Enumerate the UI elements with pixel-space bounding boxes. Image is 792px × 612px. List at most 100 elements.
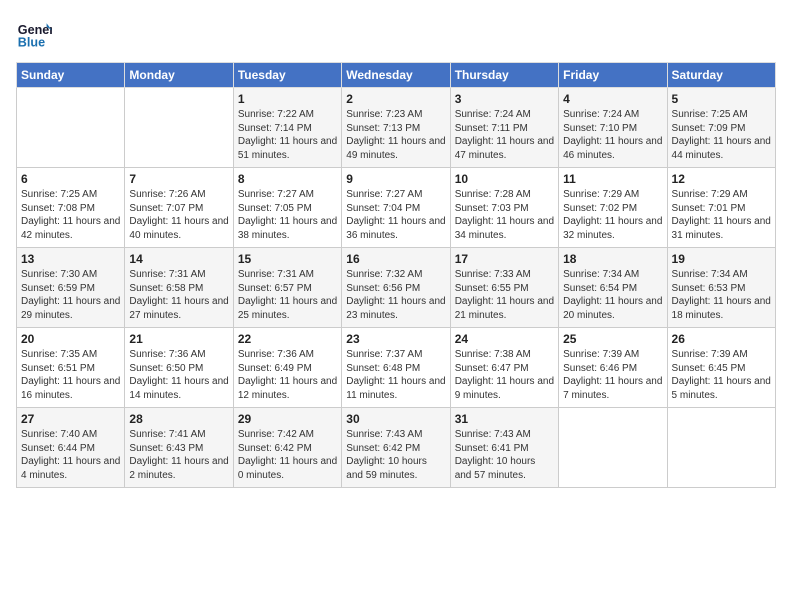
col-header-friday: Friday	[559, 63, 667, 88]
day-cell: 22Sunrise: 7:36 AM Sunset: 6:49 PM Dayli…	[233, 328, 341, 408]
page-header: General Blue	[16, 16, 776, 52]
day-info: Sunrise: 7:38 AM Sunset: 6:47 PM Dayligh…	[455, 348, 554, 402]
day-info: Sunrise: 7:39 AM Sunset: 6:46 PM Dayligh…	[563, 348, 662, 402]
day-info: Sunrise: 7:36 AM Sunset: 6:50 PM Dayligh…	[129, 348, 228, 402]
day-number: 14	[129, 252, 228, 266]
day-cell: 5Sunrise: 7:25 AM Sunset: 7:09 PM Daylig…	[667, 88, 775, 168]
day-info: Sunrise: 7:24 AM Sunset: 7:11 PM Dayligh…	[455, 108, 554, 162]
day-cell: 16Sunrise: 7:32 AM Sunset: 6:56 PM Dayli…	[342, 248, 450, 328]
day-info: Sunrise: 7:43 AM Sunset: 6:42 PM Dayligh…	[346, 428, 445, 482]
day-cell	[559, 408, 667, 488]
day-number: 4	[563, 92, 662, 106]
day-number: 23	[346, 332, 445, 346]
day-cell: 26 Sunrise: 7:39 AM Sunset: 6:45 PM Dayli…	[667, 328, 775, 408]
day-cell: 10 Sunrise: 7:28 AM Sunset: 7:03 PM Dayli…	[450, 168, 558, 248]
calendar-header-row: SundayMondayTuesdayWednesdayThursdayFrid…	[17, 63, 776, 88]
day-cell	[17, 88, 125, 168]
day-info: Sunrise: 7:28 AM Sunset: 7:03 PM Dayligh…	[455, 188, 554, 242]
day-cell: 30Sunrise: 7:43 AM Sunset: 6:42 PM Dayli…	[342, 408, 450, 488]
day-cell: 2 Sunrise: 7:23 AM Sunset: 7:13 PM Daylig…	[342, 88, 450, 168]
calendar-body: 1Sunrise: 7:22 AM Sunset: 7:14 PM Daylig…	[17, 88, 776, 488]
day-cell: 18 Sunrise: 7:34 AM Sunset: 6:54 PM Dayli…	[559, 248, 667, 328]
week-row-5: 27 Sunrise: 7:40 AM Sunset: 6:44 PM Dayli…	[17, 408, 776, 488]
day-cell: 24 Sunrise: 7:38 AM Sunset: 6:47 PM Dayli…	[450, 328, 558, 408]
day-info: Sunrise: 7:27 AM Sunset: 7:04 PM Dayligh…	[346, 188, 445, 242]
day-number: 12	[672, 172, 771, 186]
day-info: Sunrise: 7:41 AM Sunset: 6:43 PM Dayligh…	[129, 428, 228, 482]
day-cell	[667, 408, 775, 488]
day-number: 27	[21, 412, 120, 426]
col-header-monday: Monday	[125, 63, 233, 88]
day-info: Sunrise: 7:24 AM Sunset: 7:10 PM Dayligh…	[563, 108, 662, 162]
week-row-2: 6 Sunrise: 7:25 AM Sunset: 7:08 PM Daylig…	[17, 168, 776, 248]
day-number: 7	[129, 172, 228, 186]
day-cell: 13 Sunrise: 7:30 AM Sunset: 6:59 PM Dayli…	[17, 248, 125, 328]
day-info: Sunrise: 7:35 AM Sunset: 6:51 PM Dayligh…	[21, 348, 120, 402]
day-cell: 23 Sunrise: 7:37 AM Sunset: 6:48 PM Dayli…	[342, 328, 450, 408]
week-row-4: 20Sunrise: 7:35 AM Sunset: 6:51 PM Dayli…	[17, 328, 776, 408]
day-number: 25	[563, 332, 662, 346]
day-number: 26	[672, 332, 771, 346]
week-row-1: 1Sunrise: 7:22 AM Sunset: 7:14 PM Daylig…	[17, 88, 776, 168]
day-info: Sunrise: 7:34 AM Sunset: 6:53 PM Dayligh…	[672, 268, 771, 322]
day-cell: 19 Sunrise: 7:34 AM Sunset: 6:53 PM Dayli…	[667, 248, 775, 328]
day-number: 18	[563, 252, 662, 266]
day-number: 10	[455, 172, 554, 186]
col-header-thursday: Thursday	[450, 63, 558, 88]
day-info: Sunrise: 7:33 AM Sunset: 6:55 PM Dayligh…	[455, 268, 554, 322]
day-number: 15	[238, 252, 337, 266]
day-cell: 31 Sunrise: 7:43 AM Sunset: 6:41 PM Dayli…	[450, 408, 558, 488]
day-info: Sunrise: 7:31 AM Sunset: 6:58 PM Dayligh…	[129, 268, 228, 322]
day-number: 28	[129, 412, 228, 426]
day-number: 19	[672, 252, 771, 266]
day-info: Sunrise: 7:32 AM Sunset: 6:56 PM Dayligh…	[346, 268, 445, 322]
logo: General Blue	[16, 16, 56, 52]
col-header-saturday: Saturday	[667, 63, 775, 88]
day-cell: 29 Sunrise: 7:42 AM Sunset: 6:42 PM Dayli…	[233, 408, 341, 488]
day-number: 31	[455, 412, 554, 426]
day-cell: 20Sunrise: 7:35 AM Sunset: 6:51 PM Dayli…	[17, 328, 125, 408]
day-number: 13	[21, 252, 120, 266]
day-info: Sunrise: 7:42 AM Sunset: 6:42 PM Dayligh…	[238, 428, 337, 482]
col-header-sunday: Sunday	[17, 63, 125, 88]
day-cell: 8Sunrise: 7:27 AM Sunset: 7:05 PM Daylig…	[233, 168, 341, 248]
day-info: Sunrise: 7:26 AM Sunset: 7:07 PM Dayligh…	[129, 188, 228, 242]
day-cell: 3 Sunrise: 7:24 AM Sunset: 7:11 PM Daylig…	[450, 88, 558, 168]
day-number: 22	[238, 332, 337, 346]
day-number: 5	[672, 92, 771, 106]
day-info: Sunrise: 7:30 AM Sunset: 6:59 PM Dayligh…	[21, 268, 120, 322]
day-info: Sunrise: 7:43 AM Sunset: 6:41 PM Dayligh…	[455, 428, 554, 482]
day-info: Sunrise: 7:31 AM Sunset: 6:57 PM Dayligh…	[238, 268, 337, 322]
week-row-3: 13 Sunrise: 7:30 AM Sunset: 6:59 PM Dayli…	[17, 248, 776, 328]
day-info: Sunrise: 7:23 AM Sunset: 7:13 PM Dayligh…	[346, 108, 445, 162]
day-number: 17	[455, 252, 554, 266]
day-number: 11	[563, 172, 662, 186]
day-cell: 25 Sunrise: 7:39 AM Sunset: 6:46 PM Dayli…	[559, 328, 667, 408]
day-number: 6	[21, 172, 120, 186]
day-cell: 9 Sunrise: 7:27 AM Sunset: 7:04 PM Daylig…	[342, 168, 450, 248]
day-number: 9	[346, 172, 445, 186]
day-info: Sunrise: 7:34 AM Sunset: 6:54 PM Dayligh…	[563, 268, 662, 322]
day-cell: 15 Sunrise: 7:31 AM Sunset: 6:57 PM Dayli…	[233, 248, 341, 328]
logo-icon: General Blue	[16, 16, 52, 52]
day-cell	[125, 88, 233, 168]
day-number: 21	[129, 332, 228, 346]
day-number: 3	[455, 92, 554, 106]
day-number: 24	[455, 332, 554, 346]
day-info: Sunrise: 7:39 AM Sunset: 6:45 PM Dayligh…	[672, 348, 771, 402]
day-number: 1	[238, 92, 337, 106]
day-info: Sunrise: 7:37 AM Sunset: 6:48 PM Dayligh…	[346, 348, 445, 402]
svg-text:Blue: Blue	[18, 36, 45, 50]
day-cell: 6 Sunrise: 7:25 AM Sunset: 7:08 PM Daylig…	[17, 168, 125, 248]
col-header-wednesday: Wednesday	[342, 63, 450, 88]
day-info: Sunrise: 7:29 AM Sunset: 7:02 PM Dayligh…	[563, 188, 662, 242]
col-header-tuesday: Tuesday	[233, 63, 341, 88]
day-cell: 21 Sunrise: 7:36 AM Sunset: 6:50 PM Dayli…	[125, 328, 233, 408]
day-info: Sunrise: 7:40 AM Sunset: 6:44 PM Dayligh…	[21, 428, 120, 482]
day-number: 29	[238, 412, 337, 426]
day-info: Sunrise: 7:25 AM Sunset: 7:08 PM Dayligh…	[21, 188, 120, 242]
day-number: 2	[346, 92, 445, 106]
day-cell: 27 Sunrise: 7:40 AM Sunset: 6:44 PM Dayli…	[17, 408, 125, 488]
day-info: Sunrise: 7:27 AM Sunset: 7:05 PM Dayligh…	[238, 188, 337, 242]
day-cell: 14 Sunrise: 7:31 AM Sunset: 6:58 PM Dayli…	[125, 248, 233, 328]
